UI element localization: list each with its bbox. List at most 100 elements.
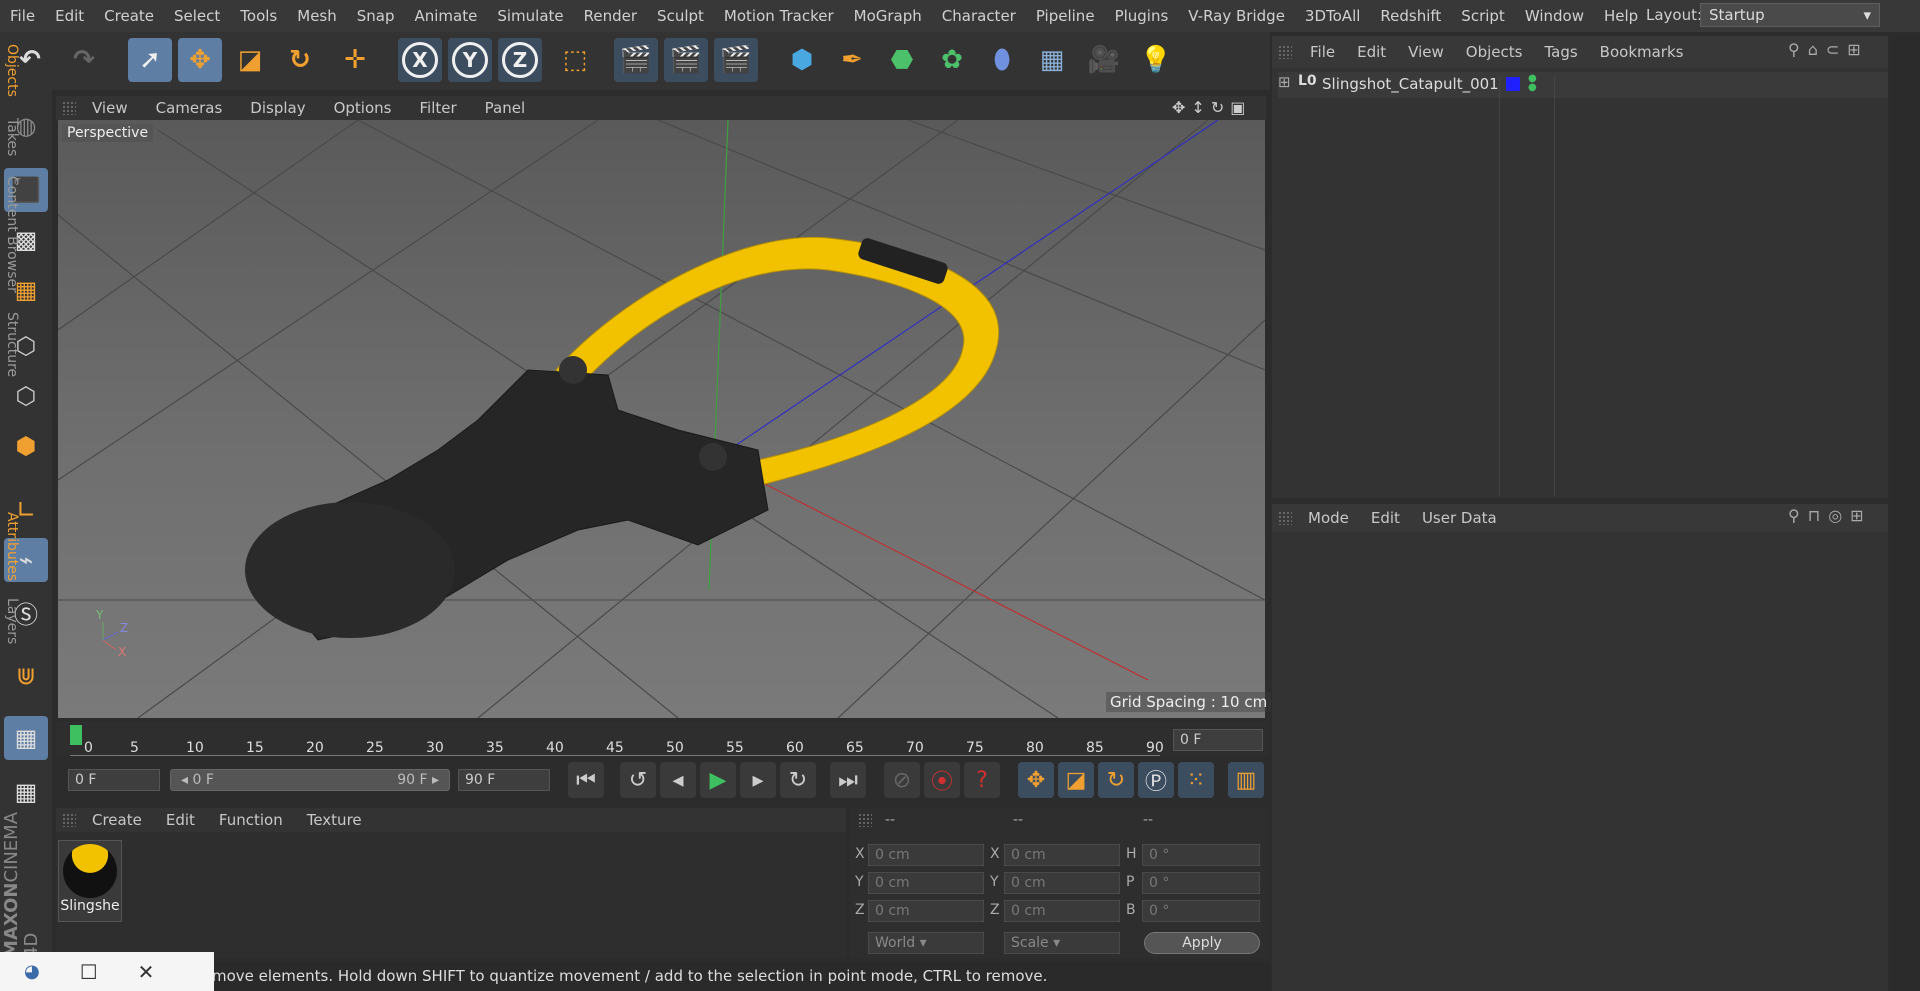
expand-icon[interactable]: ⊞ [1278, 73, 1291, 91]
objects-menu-file[interactable]: File [1310, 43, 1335, 61]
objects-menu-tags[interactable]: Tags [1544, 43, 1577, 61]
key-scale-button[interactable]: ◪ [1058, 762, 1094, 798]
position-x-field[interactable]: 0 cm [868, 844, 984, 866]
new-panel-icon[interactable]: ⊞ [1847, 40, 1868, 59]
menu-tools[interactable]: Tools [240, 7, 277, 25]
next-key-button[interactable]: ↻ [780, 762, 816, 798]
pen-spline-button[interactable]: ✒ [830, 38, 874, 82]
search-icon[interactable]: ⚲ [1788, 506, 1808, 525]
axis-z-button[interactable]: Z [498, 38, 542, 82]
object-name[interactable]: Slingshot_Catapult_001 [1322, 75, 1499, 93]
layer-color-swatch[interactable] [1506, 77, 1520, 91]
position-y-field[interactable]: 0 cm [868, 872, 984, 894]
material-menu-create[interactable]: Create [92, 811, 142, 829]
objects-menu-objects[interactable]: Objects [1466, 43, 1523, 61]
drag-handle-icon[interactable] [62, 101, 76, 115]
menu-file[interactable]: File [10, 7, 35, 25]
size-mode-select[interactable]: Scale ▾ [1004, 932, 1120, 954]
lock-workplane-button[interactable]: ▦ [4, 716, 48, 760]
objects-menu-view[interactable]: View [1408, 43, 1444, 61]
maximize-icon[interactable]: ☐ [80, 960, 98, 984]
menu-plugins[interactable]: Plugins [1115, 7, 1169, 25]
selection-tool-button[interactable]: ➚ [128, 38, 172, 82]
record-keys-button[interactable]: ⊘ [884, 762, 920, 798]
attribute-manager-tools[interactable]: ⚲⊓◎⊞ [1788, 506, 1872, 525]
menu-snap[interactable]: Snap [357, 7, 395, 25]
go-to-end-button[interactable]: ⏭ [830, 762, 866, 798]
keyframe-selection-button[interactable]: ? [964, 762, 1000, 798]
timeline-playhead[interactable] [70, 725, 82, 745]
next-frame-button[interactable]: ▸ [740, 762, 776, 798]
menu-render[interactable]: Render [584, 7, 637, 25]
key-parameter-button[interactable]: Ⓟ [1138, 762, 1174, 798]
objects-menu-bookmarks[interactable]: Bookmarks [1600, 43, 1684, 61]
apply-button[interactable]: Apply [1144, 932, 1260, 954]
menu-mograph[interactable]: MoGraph [854, 7, 922, 25]
tab-attributes[interactable]: Attributes [4, 512, 20, 581]
menu-mesh[interactable]: Mesh [297, 7, 337, 25]
menu-sculpt[interactable]: Sculpt [657, 7, 704, 25]
menu-script[interactable]: Script [1461, 7, 1505, 25]
size-x-field[interactable]: 0 cm [1004, 844, 1120, 866]
attributes-menu-user-data[interactable]: User Data [1422, 509, 1497, 527]
play-button[interactable]: ▶ [700, 762, 736, 798]
drag-handle-icon[interactable] [1278, 45, 1292, 59]
viewport-menu-view[interactable]: View [92, 99, 128, 117]
menu-simulate[interactable]: Simulate [497, 7, 563, 25]
menu-animate[interactable]: Animate [415, 7, 478, 25]
attributes-menu-edit[interactable]: Edit [1371, 509, 1400, 527]
tab-layers[interactable]: Layers [4, 598, 20, 644]
menu-redshift[interactable]: Redshift [1380, 7, 1441, 25]
menu-vray-bridge[interactable]: V-Ray Bridge [1188, 7, 1285, 25]
viewport-menu-display[interactable]: Display [250, 99, 305, 117]
cube-object-button[interactable]: ⬢ [780, 38, 824, 82]
frame-range-slider[interactable]: ◂ 0 F 90 F ▸ [170, 769, 450, 791]
tab-objects[interactable]: Objects [4, 44, 20, 97]
snap-button[interactable]: ⋓ [4, 654, 48, 698]
rotation-h-field[interactable]: 0 ° [1142, 844, 1260, 866]
key-position-button[interactable]: ✥ [1018, 762, 1054, 798]
new-panel-icon[interactable]: ⊞ [1850, 506, 1871, 525]
key-rotation-button[interactable]: ↻ [1098, 762, 1134, 798]
layout-select[interactable]: Startup ▾ [1700, 3, 1880, 27]
home-icon[interactable]: ⌂ [1808, 40, 1826, 59]
objects-menu-edit[interactable]: Edit [1357, 43, 1386, 61]
viewport-menu-cameras[interactable]: Cameras [156, 99, 223, 117]
size-z-field[interactable]: 0 cm [1004, 900, 1120, 922]
close-icon[interactable]: ✕ [138, 960, 155, 984]
menu-pipeline[interactable]: Pipeline [1036, 7, 1095, 25]
lock-icon[interactable]: ⊓ [1808, 506, 1828, 525]
menu-window[interactable]: Window [1525, 7, 1584, 25]
end-frame-field[interactable]: 90 F [458, 769, 550, 791]
tab-takes[interactable]: Takes [4, 118, 20, 156]
rotation-p-field[interactable]: 0 ° [1142, 872, 1260, 894]
subdivision-button[interactable]: ⬣ [880, 38, 924, 82]
viewport[interactable]: Y Z X [58, 120, 1265, 718]
go-to-start-button[interactable]: ⏮ [568, 762, 604, 798]
planar-workplane-button[interactable]: ▦ [4, 770, 48, 814]
move-tool-button[interactable]: ✥ [178, 38, 222, 82]
previous-key-button[interactable]: ↺ [620, 762, 656, 798]
object-manager-tools[interactable]: ⚲⌂⊂⊞ [1788, 40, 1869, 59]
menu-motion-tracker[interactable]: Motion Tracker [724, 7, 834, 25]
light-button[interactable]: 💡 [1134, 38, 1178, 82]
previous-frame-button[interactable]: ◂ [660, 762, 696, 798]
size-y-field[interactable]: 0 cm [1004, 872, 1120, 894]
deformer-button[interactable]: ⬮ [980, 38, 1024, 82]
render-settings-button[interactable]: 🎬 [714, 38, 758, 82]
current-frame-field[interactable]: 0 F [1173, 729, 1263, 751]
tab-content-browser[interactable]: Content Browser [4, 176, 20, 293]
drag-handle-icon[interactable] [1278, 511, 1292, 525]
render-picture-viewer-button[interactable]: 🎬 [664, 38, 708, 82]
coordinate-system-button[interactable]: ⬚ [553, 38, 597, 82]
drag-handle-icon[interactable] [62, 813, 76, 827]
floor-button[interactable]: ▦ [1030, 38, 1074, 82]
menu-create[interactable]: Create [104, 7, 154, 25]
attributes-menu-mode[interactable]: Mode [1308, 509, 1349, 527]
menu-help[interactable]: Help [1604, 7, 1638, 25]
viewport-menu-filter[interactable]: Filter [419, 99, 456, 117]
redo-button[interactable]: ↷ [62, 38, 106, 82]
material-menu-function[interactable]: Function [219, 811, 283, 829]
autokey-button[interactable]: ⦿ [924, 762, 960, 798]
live-select-button[interactable]: ✛ [333, 38, 377, 82]
